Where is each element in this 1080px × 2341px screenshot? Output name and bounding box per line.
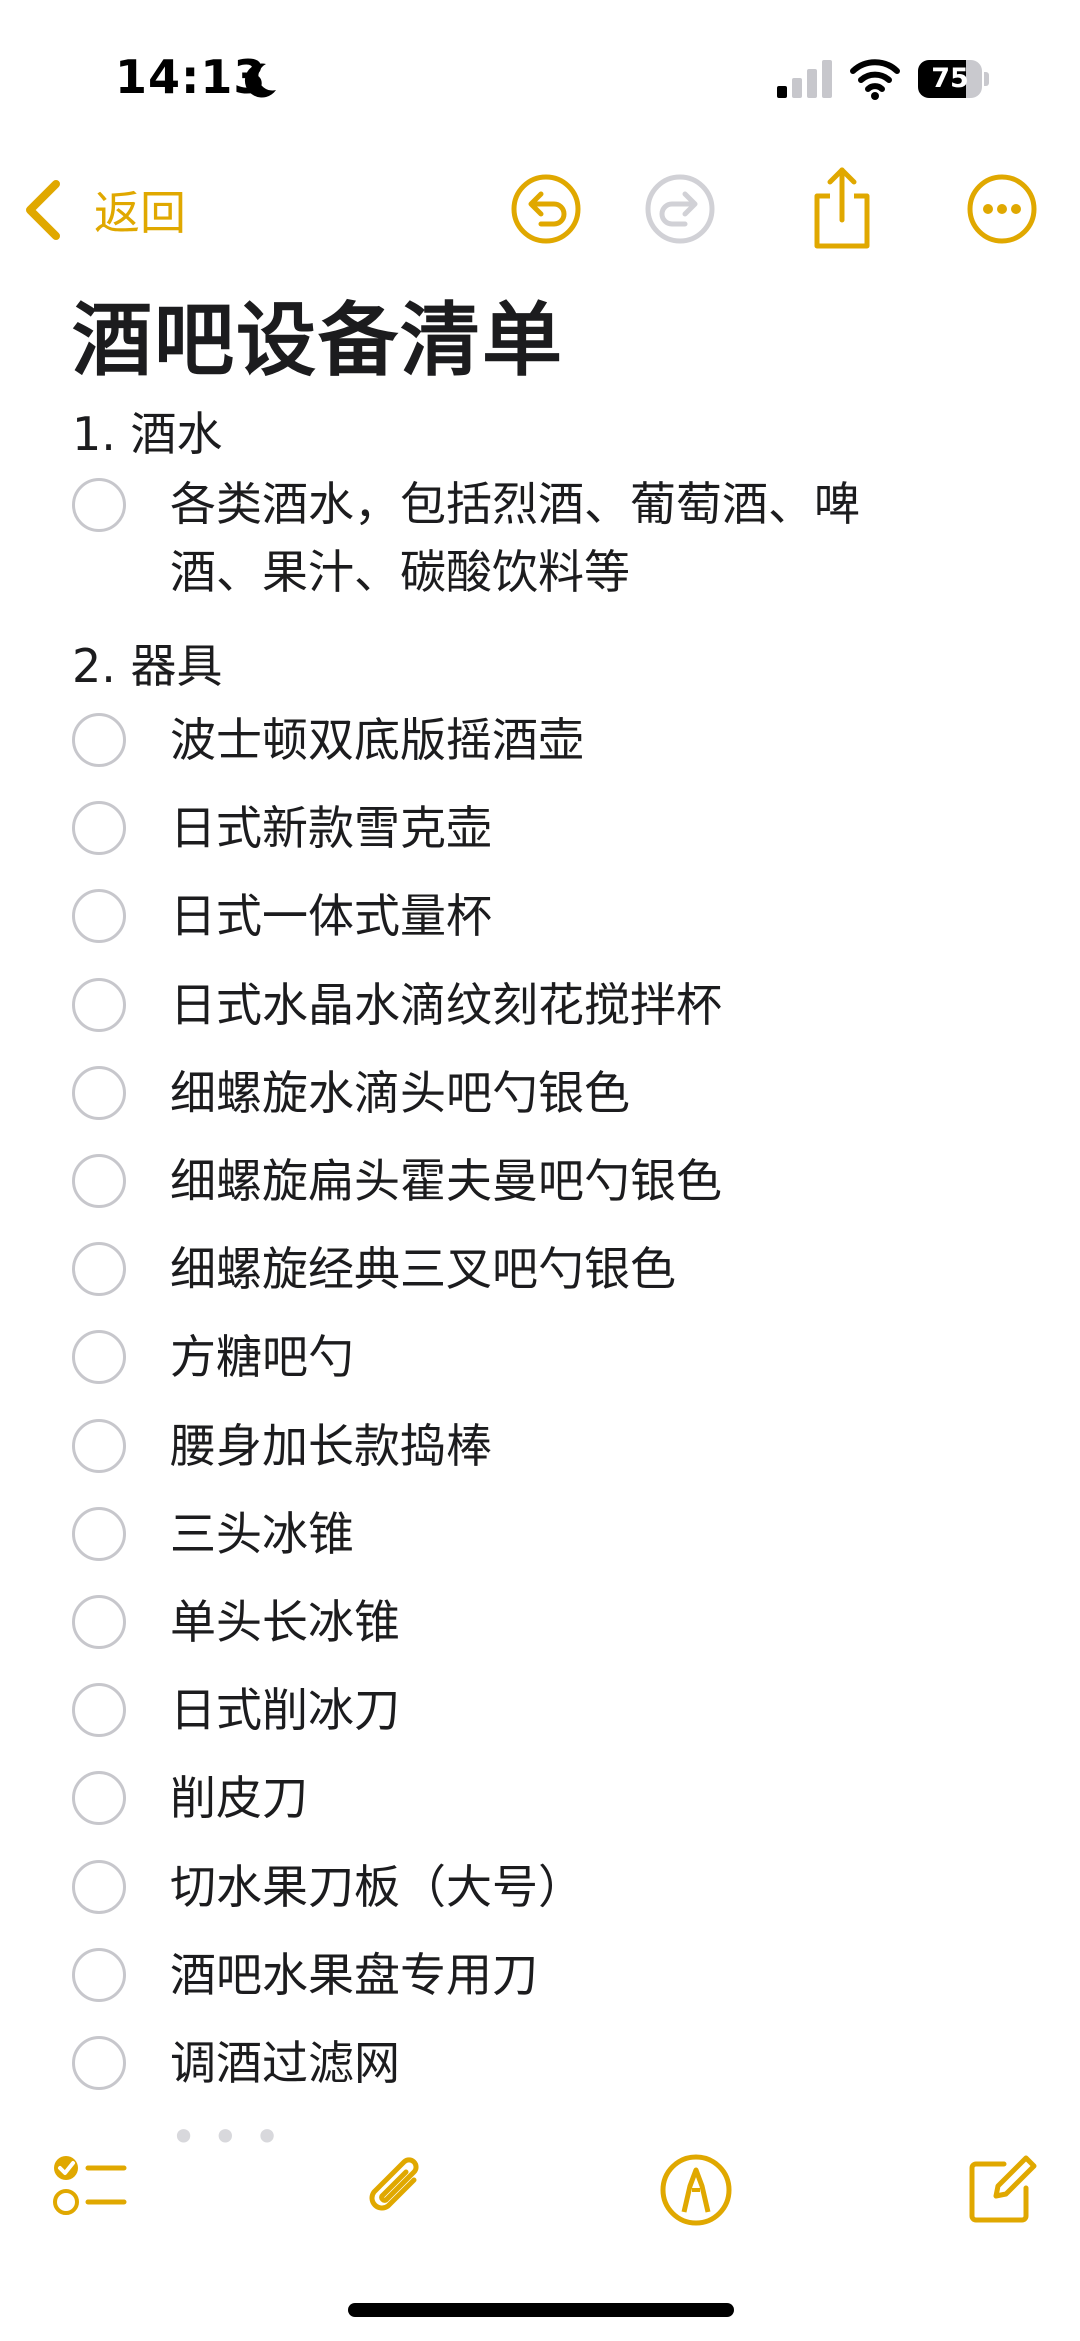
- undo-icon[interactable]: [509, 172, 583, 246]
- bottom-toolbar: [0, 2140, 1080, 2250]
- battery-indicator: 75: [918, 60, 990, 98]
- checklist-item-text[interactable]: 日式一体式量杯: [170, 882, 1030, 950]
- note-title[interactable]: 酒吧设备清单: [72, 276, 564, 392]
- checklist-item-text[interactable]: 细螺旋水滴头吧勺银色: [170, 1059, 1030, 1127]
- checklist-item-text[interactable]: 调酒过滤网: [170, 2029, 1030, 2097]
- checklist-item-text[interactable]: 切水果刀板（大号）: [170, 1853, 1030, 1921]
- status-bar: 14:13 75: [0, 0, 1080, 150]
- checklist-item-text[interactable]: 细螺旋扁头霍夫曼吧勺银色: [170, 1147, 1030, 1215]
- checklist-item[interactable]: 削皮刀: [72, 1764, 1032, 1832]
- checklist-item[interactable]: 细螺旋水滴头吧勺银色: [72, 1059, 1032, 1127]
- markup-icon[interactable]: [656, 2150, 736, 2230]
- checklist-item[interactable]: 方糖吧勺: [72, 1323, 1032, 1391]
- checklist-item-text[interactable]: 方糖吧勺: [170, 1323, 1030, 1391]
- checklist-item-text[interactable]: 细螺旋经典三叉吧勺银色: [170, 1235, 1030, 1303]
- checkbox[interactable]: [72, 801, 126, 855]
- checklist-icon[interactable]: [48, 2150, 128, 2230]
- checklist-item-text[interactable]: 日式水晶水滴纹刻花搅拌杯: [170, 971, 1030, 1039]
- cellular-signal-icon: [777, 60, 832, 98]
- checklist-item[interactable]: 调酒过滤网: [72, 2029, 1032, 2097]
- redo-icon[interactable]: [643, 172, 717, 246]
- checklist-item[interactable]: 腰身加长款捣棒: [72, 1412, 1032, 1480]
- checklist-item[interactable]: 各类酒水，包括烈酒、葡萄酒、啤 酒、果汁、碳酸饮料等: [72, 476, 1032, 606]
- checklist-item[interactable]: 细螺旋经典三叉吧勺银色: [72, 1235, 1032, 1303]
- checklist-item-text[interactable]: 各类酒水，包括烈酒、葡萄酒、啤 酒、果汁、碳酸饮料等: [170, 470, 1030, 606]
- checkbox[interactable]: [72, 1507, 126, 1561]
- chevron-left-icon: [26, 180, 60, 240]
- more-icon[interactable]: [965, 172, 1039, 246]
- checkbox[interactable]: [72, 1860, 126, 1914]
- checkbox[interactable]: [72, 478, 126, 532]
- checkbox[interactable]: [72, 1066, 126, 1120]
- checkbox[interactable]: [72, 889, 126, 943]
- checklist-item[interactable]: 日式新款雪克壶: [72, 794, 1032, 862]
- checkbox[interactable]: [72, 1771, 126, 1825]
- checklist-item-text[interactable]: 削皮刀: [170, 1764, 1030, 1832]
- compose-icon[interactable]: [960, 2150, 1040, 2230]
- share-icon[interactable]: [805, 164, 879, 250]
- checklist-item-text[interactable]: 日式削冰刀: [170, 1676, 1030, 1744]
- checklist-item[interactable]: 切水果刀板（大号）: [72, 1853, 1032, 1921]
- section-heading-drinks[interactable]: 1. 酒水: [72, 398, 223, 464]
- home-indicator[interactable]: [348, 2303, 734, 2317]
- checkbox[interactable]: [72, 713, 126, 767]
- back-button[interactable]: 返回: [22, 170, 186, 250]
- battery-percent: 75: [931, 63, 969, 94]
- checklist-item[interactable]: 日式削冰刀: [72, 1676, 1032, 1744]
- checkbox[interactable]: [72, 1154, 126, 1208]
- moon-icon: [244, 63, 276, 98]
- checkbox[interactable]: [72, 1683, 126, 1737]
- checklist-item-text[interactable]: 单头长冰锥: [170, 1588, 1030, 1656]
- checklist-item-text[interactable]: 酒吧水果盘专用刀: [170, 1941, 1030, 2009]
- checklist-item[interactable]: 日式一体式量杯: [72, 882, 1032, 950]
- checklist-item-text[interactable]: 三头冰锥: [170, 1500, 1030, 1568]
- checkbox[interactable]: [72, 2036, 126, 2090]
- section-heading-tools[interactable]: 2. 器具: [72, 630, 223, 696]
- checklist-item-text[interactable]: 波士顿双底版摇酒壶: [170, 706, 1030, 774]
- checkbox[interactable]: [72, 1242, 126, 1296]
- checklist-item-text[interactable]: 腰身加长款捣棒: [170, 1412, 1030, 1480]
- checklist-item[interactable]: 酒吧水果盘专用刀: [72, 1941, 1032, 2009]
- checklist-item[interactable]: 波士顿双底版摇酒壶: [72, 706, 1032, 774]
- checklist-item[interactable]: 细螺旋扁头霍夫曼吧勺银色: [72, 1147, 1032, 1215]
- wifi-icon: [850, 59, 900, 100]
- attachment-icon[interactable]: [356, 2150, 436, 2230]
- checklist-item[interactable]: 单头长冰锥: [72, 1588, 1032, 1656]
- checklist-item[interactable]: 三头冰锥: [72, 1500, 1032, 1568]
- checkbox[interactable]: [72, 978, 126, 1032]
- checklist-item-text[interactable]: 日式新款雪克壶: [170, 794, 1030, 862]
- checkbox[interactable]: [72, 1595, 126, 1649]
- nav-bar: 返回: [0, 160, 1080, 260]
- checkbox[interactable]: [72, 1948, 126, 2002]
- checklist-item[interactable]: 日式水晶水滴纹刻花搅拌杯: [72, 971, 1032, 1039]
- checkbox[interactable]: [72, 1330, 126, 1384]
- checkbox[interactable]: [72, 1419, 126, 1473]
- back-label: 返回: [94, 186, 186, 240]
